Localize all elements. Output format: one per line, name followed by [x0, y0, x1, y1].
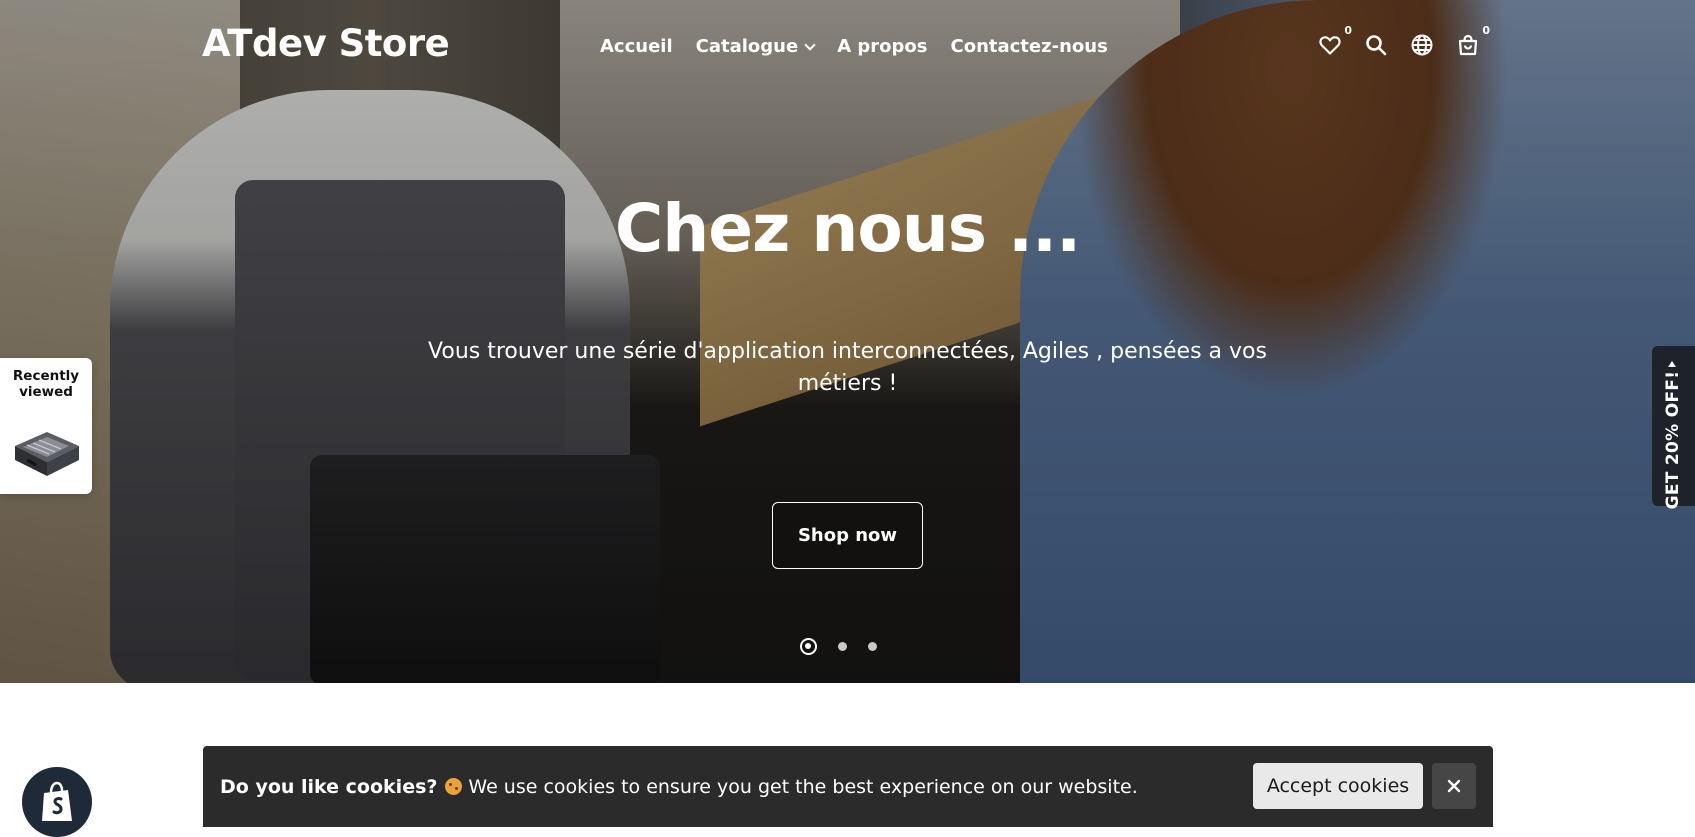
- shop-now-button[interactable]: Shop now: [772, 502, 923, 569]
- hero-banner: ATdev Store Accueil Catalogue A propos C…: [0, 0, 1695, 683]
- language-button[interactable]: [1410, 33, 1434, 57]
- close-icon: [1447, 779, 1461, 793]
- slider-dot-3[interactable]: [868, 642, 877, 651]
- cookie-message: We use cookies to ensure you get the bes…: [468, 775, 1138, 798]
- slider-dot-2[interactable]: [838, 642, 847, 651]
- nav-item-label: A propos: [837, 36, 928, 57]
- nav-item-accueil[interactable]: Accueil: [600, 36, 673, 57]
- cart-count: 0: [1482, 24, 1490, 37]
- promo-tab[interactable]: GET 20% OFF!: [1652, 346, 1695, 509]
- cookie-banner: Do you like cookies? We use cookies to en…: [203, 746, 1493, 827]
- cookie-icon: [445, 777, 463, 795]
- heart-icon: [1319, 36, 1341, 55]
- globe-icon: [1411, 34, 1433, 56]
- caret-up-icon: [1668, 361, 1676, 367]
- store-logo[interactable]: ATdev Store: [202, 22, 450, 65]
- slider-dot-1[interactable]: [800, 638, 817, 655]
- bag-icon: [1458, 34, 1478, 56]
- promo-label: GET 20% OFF!: [1663, 370, 1683, 510]
- header-tools: 0 0: [1318, 24, 1490, 57]
- chevron-down-icon: [804, 38, 816, 51]
- recently-viewed-label: Recently viewed: [12, 368, 80, 400]
- hero-title: Chez nous ...: [614, 190, 1081, 267]
- close-cookie-button[interactable]: [1432, 763, 1476, 809]
- accept-cookies-button[interactable]: Accept cookies: [1253, 763, 1423, 809]
- nav-item-catalogue[interactable]: Catalogue: [695, 36, 816, 57]
- search-icon: [1366, 35, 1387, 56]
- nav-item-contact[interactable]: Contactez-nous: [951, 36, 1108, 57]
- wishlist-button[interactable]: 0: [1318, 24, 1352, 57]
- recently-viewed-widget[interactable]: Recently viewed: [0, 358, 92, 494]
- nav-item-a-propos[interactable]: A propos: [837, 36, 927, 57]
- search-button[interactable]: [1364, 33, 1388, 57]
- main-nav: Accueil Catalogue A propos Contactez-nou…: [600, 36, 1108, 57]
- wishlist-count: 0: [1344, 24, 1352, 37]
- cash-drawer-thumbnail: [15, 432, 79, 476]
- nav-item-label: Contactez-nous: [950, 36, 1108, 57]
- hero-subtitle: Vous trouver une série d'application int…: [428, 339, 1267, 396]
- nav-item-label: Accueil: [600, 36, 673, 57]
- shopify-bag-icon: [42, 781, 72, 821]
- cookie-title: Do you like cookies?: [220, 775, 438, 798]
- cart-button[interactable]: 0: [1456, 24, 1490, 57]
- nav-item-label: Catalogue: [695, 36, 799, 57]
- cookie-text: Do you like cookies? We use cookies to en…: [220, 776, 1138, 798]
- slider-dots: [800, 638, 877, 655]
